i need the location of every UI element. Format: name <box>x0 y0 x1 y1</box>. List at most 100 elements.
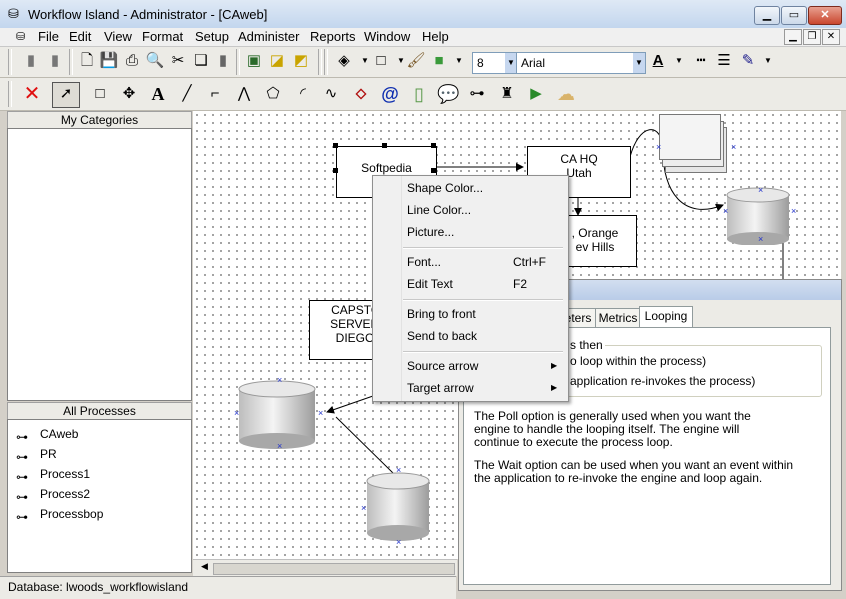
email-tool-icon[interactable]: @ <box>379 83 401 105</box>
toolbar-grip <box>324 49 328 75</box>
selection-handle[interactable] <box>333 168 338 173</box>
list-item[interactable]: ⊶ PR <box>16 445 57 464</box>
cut-disabled-icon[interactable]: ▮ <box>20 50 42 72</box>
scrollbar-thumb[interactable] <box>213 563 455 575</box>
connection-point-icon: × <box>234 408 240 418</box>
selection-handle[interactable] <box>333 143 338 148</box>
print-icon[interactable]: ⎙ <box>121 50 143 72</box>
connection-point-icon: × <box>656 142 662 152</box>
menu-item-edit-text[interactable]: Edit Text F2 <box>373 274 568 294</box>
menu-help[interactable]: Help <box>421 29 450 45</box>
copy-icon[interactable]: ❏ <box>190 50 212 72</box>
menu-edit[interactable]: Edit <box>68 29 92 45</box>
menu-reports[interactable]: Reports <box>309 29 357 45</box>
tab-looping[interactable]: Looping <box>639 306 693 328</box>
list-item[interactable]: ⊶ CAweb <box>16 425 78 444</box>
print-preview-icon[interactable]: 🔍 <box>144 50 166 72</box>
menu-item-line-color[interactable]: Line Color... <box>373 200 568 220</box>
database-icon[interactable] <box>363 469 435 541</box>
menu-setup[interactable]: Setup <box>194 29 230 45</box>
menu-item-picture[interactable]: Picture... <box>373 222 568 242</box>
hierarchy-tool-icon[interactable]: ⊶ <box>466 83 488 105</box>
font-size-select[interactable]: 8 ▼ <box>472 52 518 74</box>
categories-tree[interactable] <box>7 128 192 401</box>
close-button[interactable]: ✕ <box>808 6 842 25</box>
chevron-down-icon: ▼ <box>633 53 645 73</box>
menu-file[interactable]: File <box>37 29 60 45</box>
connection-point-icon: × <box>758 185 764 195</box>
speech-bubble-icon[interactable]: 💬 <box>437 83 459 105</box>
move-tool-icon[interactable]: ✥ <box>118 83 140 105</box>
line-dash-icon[interactable]: ┅ <box>690 50 712 72</box>
database-run-icon[interactable]: ▶ <box>525 83 547 105</box>
rectangle-tool-icon[interactable]: □ <box>89 83 111 105</box>
image-icon[interactable]: ▣ <box>243 50 265 72</box>
line-tool-icon[interactable]: ╱ <box>176 83 198 105</box>
mdi-restore-button[interactable]: ❐ <box>803 29 821 45</box>
group-shapes-icon[interactable]: ◪ <box>266 50 288 72</box>
pen-color-icon[interactable]: ✎ <box>737 50 759 72</box>
scroll-left-icon[interactable]: ◀ <box>201 561 208 572</box>
font-color-icon[interactable]: A <box>647 50 669 72</box>
toolbar-separator <box>236 49 240 75</box>
shape-color-icon[interactable]: ■ <box>428 50 450 72</box>
list-item[interactable]: ⊶ Process2 <box>16 485 90 504</box>
menu-item-send-to-back[interactable]: Send to back <box>373 326 568 346</box>
selection-handle[interactable] <box>431 168 436 173</box>
status-bar: Database: lwoods_workflowisland <box>0 576 456 599</box>
decision-tool-icon[interactable]: ⬦ <box>350 83 372 105</box>
paste-icon[interactable]: ▮ <box>212 50 234 72</box>
chevron-down-icon[interactable]: ▼ <box>668 50 690 72</box>
mdi-minimize-button[interactable]: ▁ <box>784 29 802 45</box>
ungroup-shapes-icon[interactable]: ◩ <box>290 50 312 72</box>
list-item[interactable]: ⊶ Process1 <box>16 465 90 484</box>
menu-view[interactable]: View <box>103 29 133 45</box>
brush-icon[interactable]: 🖌 <box>405 50 427 72</box>
toolbar-grip <box>8 49 12 75</box>
scissors-icon[interactable]: ✂ <box>167 50 189 72</box>
mdi-close-button[interactable]: ✕ <box>822 29 840 45</box>
line-style-icon[interactable]: □ <box>370 50 392 72</box>
menu-item-shape-color[interactable]: Shape Color... <box>373 178 568 198</box>
arc-tool-icon[interactable]: ◜ <box>292 83 314 105</box>
book-icon[interactable]: ▮ <box>44 50 66 72</box>
maximize-button[interactable]: ▭ <box>781 6 807 25</box>
menu-item-font[interactable]: Font... Ctrl+F <box>373 252 568 272</box>
selection-handle[interactable] <box>382 143 387 148</box>
new-document-icon[interactable]: 🗋 <box>76 50 98 72</box>
line-weight-icon[interactable]: ☰ <box>713 50 735 72</box>
chevron-down-icon[interactable]: ▼ <box>757 50 779 72</box>
menu-window[interactable]: Window <box>363 29 411 45</box>
font-name-select[interactable]: Arial ▼ <box>516 52 646 74</box>
app-icon: ⛁ <box>8 6 19 21</box>
connection-point-icon: × <box>758 234 764 244</box>
menu-administer[interactable]: Administer <box>237 29 300 45</box>
list-item[interactable]: ⊶ Processbop <box>16 505 103 524</box>
minimize-button[interactable]: ▁ <box>754 6 780 25</box>
documents-stack-icon[interactable] <box>659 111 735 179</box>
polyline-tool-icon[interactable]: ⋀ <box>233 83 255 105</box>
poll-option-label[interactable]: o loop within the process) <box>570 354 706 368</box>
fill-bucket-icon[interactable]: ◈ <box>333 50 355 72</box>
selection-handle[interactable] <box>431 143 436 148</box>
pointer-tool-icon[interactable]: ➚ <box>52 82 80 108</box>
menu-format[interactable]: Format <box>141 29 184 45</box>
text-tool-icon[interactable]: A <box>147 83 169 105</box>
database-icon[interactable] <box>235 377 319 449</box>
tab-metrics[interactable]: Metrics <box>595 308 641 327</box>
delete-icon[interactable]: ✕ <box>21 83 43 105</box>
horizontal-scrollbar[interactable]: ◀ <box>193 559 457 576</box>
curve-tool-icon[interactable]: ∿ <box>320 83 342 105</box>
menu-item-bring-to-front[interactable]: Bring to front <box>373 304 568 324</box>
menu-item-target-arrow[interactable]: Target arrow ▶ <box>373 378 568 398</box>
loop-group-title: s then <box>568 338 605 352</box>
menu-item-source-arrow[interactable]: Source arrow ▶ <box>373 356 568 376</box>
robot-tool-icon[interactable]: ♜ <box>496 83 518 105</box>
cloud-tool-icon[interactable]: ☁ <box>555 83 577 105</box>
wait-option-label[interactable]: application re-invokes the process) <box>570 374 755 388</box>
polygon-tool-icon[interactable]: ⬠ <box>262 83 284 105</box>
save-icon[interactable]: 💾 <box>98 50 120 72</box>
chevron-down-icon[interactable]: ▼ <box>448 50 470 72</box>
elbow-line-tool-icon[interactable]: ⌐ <box>204 83 226 105</box>
document-tool-icon[interactable]: ▯ <box>408 83 430 105</box>
